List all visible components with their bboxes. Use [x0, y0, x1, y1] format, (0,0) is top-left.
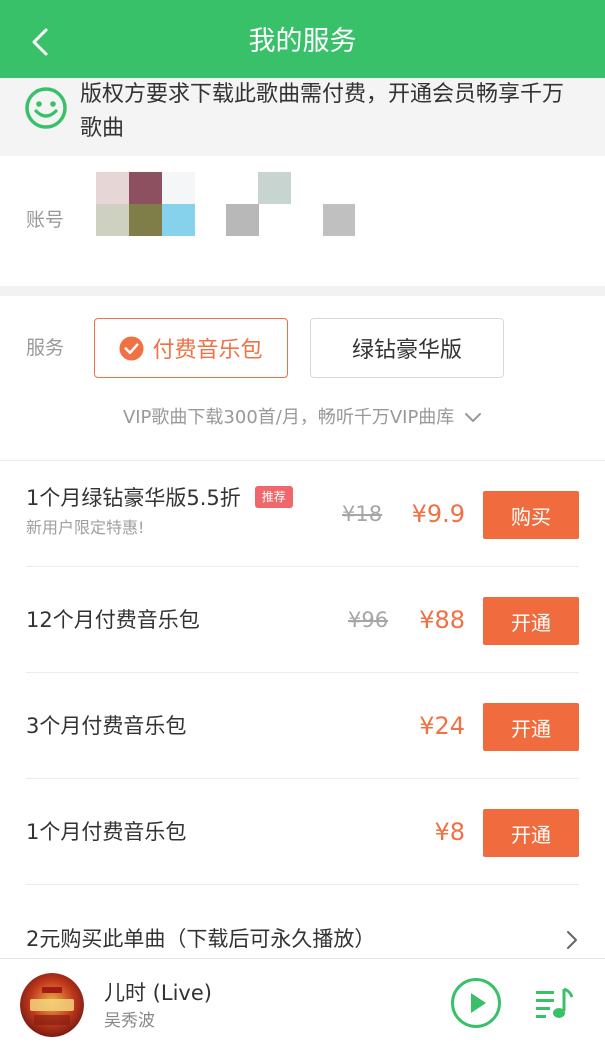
notice-line-1: 版权方要求下载此歌曲需付费，开通会员畅享千万	[80, 82, 565, 107]
check-circle-icon	[119, 335, 145, 361]
plan-name: 1个月付费音乐包	[26, 820, 187, 844]
playlist-icon[interactable]	[534, 985, 574, 1021]
original-price: ¥96	[348, 608, 389, 632]
option-label: 绿钻豪华版	[351, 338, 462, 363]
account-name-blurred	[226, 172, 356, 242]
plan-price: ¥24	[419, 712, 465, 740]
page-title: 我的服务	[248, 26, 357, 57]
buy-single-song-label: 2元购买此单曲（下载后可永久播放）	[26, 927, 376, 951]
plan-name: 1个月绿钻豪华版5.5折 推荐	[26, 483, 293, 513]
play-icon[interactable]	[450, 977, 502, 1029]
smile-icon	[25, 87, 67, 129]
album-art[interactable]	[20, 973, 84, 1037]
original-price: ¥18	[342, 502, 383, 526]
service-description[interactable]: VIP歌曲下载300首/月，畅听千万VIP曲库	[0, 402, 605, 434]
option-green-diamond-deluxe[interactable]: 绿钻豪华版	[310, 318, 504, 378]
account-label: 账号	[26, 209, 65, 231]
notice-text: 版权方要求下载此歌曲需付费，开通会员畅享千万 歌曲	[80, 78, 585, 146]
song-title: 儿时 (Live)	[104, 981, 212, 1005]
album-art-image	[20, 973, 84, 1037]
plan-row: 3个月付费音乐包 ¥24 开通	[0, 673, 605, 779]
section-divider	[0, 286, 605, 296]
top-bar: 我的服务	[0, 0, 605, 78]
recommend-badge: 推荐	[254, 486, 293, 508]
plan-price: ¥88	[419, 606, 465, 634]
plan-name: 3个月付费音乐包	[26, 714, 187, 738]
notice-line-2: 歌曲	[80, 116, 125, 141]
chevron-down-icon	[465, 413, 482, 422]
buy-button[interactable]: 购买	[483, 491, 579, 539]
chevron-right-icon	[567, 931, 577, 949]
divider	[26, 884, 579, 885]
activate-button[interactable]: 开通	[483, 703, 579, 751]
activate-button[interactable]: 开通	[483, 597, 579, 645]
account-section: 账号	[0, 156, 605, 286]
service-description-text: VIP歌曲下载300首/月，畅听千万VIP曲库	[122, 407, 455, 428]
mini-player[interactable]: 儿时 (Live) 吴秀波	[0, 958, 605, 1043]
song-artist: 吴秀波	[104, 1011, 155, 1031]
plan-price: ¥8	[434, 818, 465, 846]
plan-subtitle: 新用户限定特惠!	[26, 518, 145, 537]
plan-name-text: 1个月绿钻豪华版5.5折	[26, 486, 241, 510]
option-paid-music-pack[interactable]: 付费音乐包	[94, 318, 288, 378]
plan-row: 1个月付费音乐包 ¥8 开通	[0, 779, 605, 885]
plan-price: ¥9.9	[411, 500, 465, 528]
buy-single-song-row[interactable]: 2元购买此单曲（下载后可永久播放）	[0, 886, 605, 958]
option-label: 付费音乐包	[152, 338, 263, 363]
service-label: 服务	[26, 337, 65, 359]
activate-button[interactable]: 开通	[483, 809, 579, 857]
account-avatar-blurred	[96, 172, 196, 242]
plan-name: 12个月付费音乐包	[26, 608, 200, 632]
copyright-notice: 版权方要求下载此歌曲需付费，开通会员畅享千万 歌曲	[0, 78, 605, 156]
plan-row: 1个月绿钻豪华版5.5折 推荐 新用户限定特惠! ¥18 ¥9.9 购买	[0, 461, 605, 567]
plan-row: 12个月付费音乐包 ¥96 ¥88 开通	[0, 567, 605, 673]
